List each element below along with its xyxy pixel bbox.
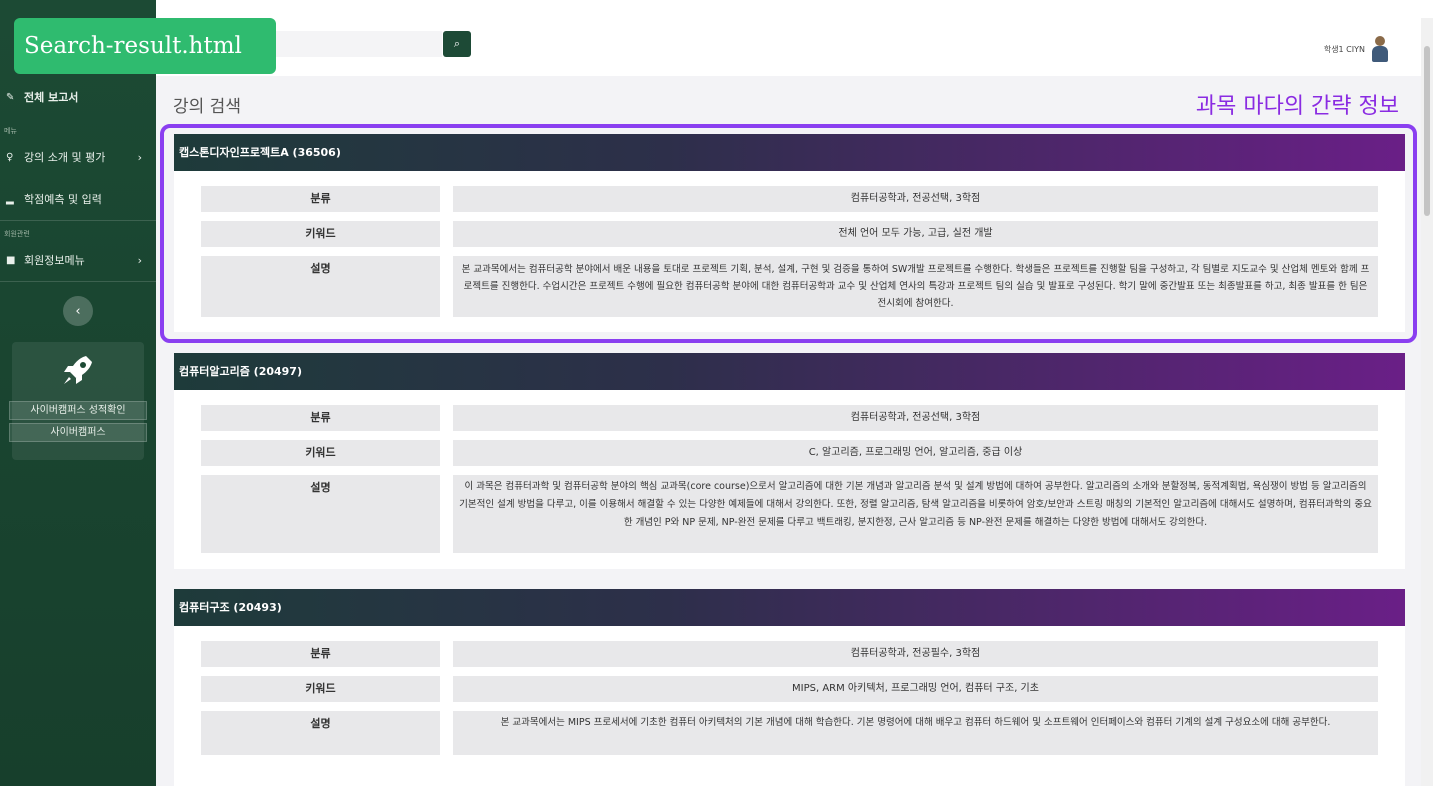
keyword-value: C, 알고리즘, 프로그래밍 언어, 알고리즘, 중급 이상 (453, 440, 1378, 466)
sidebar-item-course-review[interactable]: ♀ 강의 소개 및 평가 › (0, 136, 156, 178)
page-title: 강의 검색 (173, 97, 241, 117)
rocket-icon (58, 350, 98, 398)
sidebar-item-label: 학점예측 및 입력 (24, 193, 102, 206)
annotation-highlight-box (160, 124, 1417, 343)
chevron-right-icon: › (137, 253, 142, 267)
course-title: 컴퓨터구조 (20493) (174, 589, 1405, 626)
course-row-desc: 설명 본 교과목에서는 MIPS 프로세서에 기초한 컴퓨터 아키텍처의 기본 … (201, 711, 1378, 755)
category-label: 분류 (201, 641, 440, 667)
course-title: 컴퓨터알고리즘 (20497) (174, 353, 1405, 390)
keyword-label: 키워드 (201, 440, 440, 466)
course-card: 컴퓨터알고리즘 (20497) 분류 컴퓨터공학과, 전공선택, 3학점 키워드… (174, 353, 1405, 569)
chart-icon: ▂ (6, 193, 14, 205)
desc-label: 설명 (201, 711, 440, 755)
sidebar-divider (0, 281, 156, 282)
cyber-campus-button[interactable]: 사이버캠퍼스 (9, 423, 147, 442)
user-name: 학생1 CIYN (1323, 44, 1365, 54)
sidebar-category-member: 회원관련 (4, 230, 30, 238)
cyber-campus-card: 사이버캠퍼스 성적확인 사이버캠퍼스 (9, 342, 147, 460)
sidebar-item-member-info[interactable]: ■ 회원정보메뉴 › (0, 239, 156, 281)
file-tab: Search-result.html (14, 18, 276, 74)
sidebar-item-grade-prediction[interactable]: ▂ 학점예측 및 입력 (0, 178, 156, 220)
sidebar-collapse-button[interactable]: ‹ (63, 296, 93, 326)
category-value: 컴퓨터공학과, 전공필수, 3학점 (453, 641, 1378, 667)
desc-value: 이 과목은 컴퓨터과학 및 컴퓨터공학 분야의 핵심 교과목(core cour… (453, 475, 1378, 553)
sidebar-item-full-report[interactable]: ✎ 전체 보고서 (0, 76, 156, 118)
course-row-desc: 설명 이 과목은 컴퓨터과학 및 컴퓨터공학 분야의 핵심 교과목(core c… (201, 475, 1378, 553)
course-row-keyword: 키워드 C, 알고리즘, 프로그래밍 언어, 알고리즘, 중급 이상 (201, 440, 1378, 466)
scrollbar-thumb[interactable] (1424, 46, 1430, 216)
annotation-text: 과목 마다의 간략 정보 (1195, 94, 1399, 119)
sidebar-category-menu: 메뉴 (4, 127, 17, 135)
search-button[interactable]: ⌕ (443, 31, 471, 57)
keyword-label: 키워드 (201, 676, 440, 702)
sidebar-item-label: 전체 보고서 (24, 91, 79, 104)
folder-icon: ■ (6, 254, 16, 266)
sidebar: ✎ 전체 보고서 메뉴 ♀ 강의 소개 및 평가 › ▂ 학점예측 및 입력 회… (0, 0, 156, 786)
user-menu[interactable]: 학생1 CIYN (1324, 36, 1389, 62)
scrollbar[interactable] (1421, 18, 1433, 786)
chevron-right-icon: › (137, 150, 142, 164)
category-label: 분류 (201, 405, 440, 431)
top-bar: ⌕ 학생1 CIYN Search-result.html (0, 0, 1433, 76)
cyber-campus-grades-button[interactable]: 사이버캠퍼스 성적확인 (9, 401, 147, 420)
search-icon: ⌕ (453, 37, 461, 50)
course-row-category: 분류 컴퓨터공학과, 전공선택, 3학점 (201, 405, 1378, 431)
pencil-icon: ✎ (6, 91, 15, 103)
search-input[interactable] (276, 31, 442, 57)
avatar (1371, 36, 1389, 62)
bulb-icon: ♀ (6, 151, 14, 163)
course-row-keyword: 키워드 MIPS, ARM 아키텍처, 프로그래밍 언어, 컴퓨터 구조, 기초 (201, 676, 1378, 702)
course-row-category: 분류 컴퓨터공학과, 전공필수, 3학점 (201, 641, 1378, 667)
course-card: 컴퓨터구조 (20493) 분류 컴퓨터공학과, 전공필수, 3학점 키워드 M… (174, 589, 1405, 786)
sidebar-item-label: 회원정보메뉴 (24, 254, 85, 267)
category-value: 컴퓨터공학과, 전공선택, 3학점 (453, 405, 1378, 431)
desc-label: 설명 (201, 475, 440, 553)
keyword-value: MIPS, ARM 아키텍처, 프로그래밍 언어, 컴퓨터 구조, 기초 (453, 676, 1378, 702)
sidebar-item-label: 강의 소개 및 평가 (24, 151, 106, 164)
desc-value: 본 교과목에서는 MIPS 프로세서에 기초한 컴퓨터 아키텍처의 기본 개념에… (453, 711, 1378, 755)
